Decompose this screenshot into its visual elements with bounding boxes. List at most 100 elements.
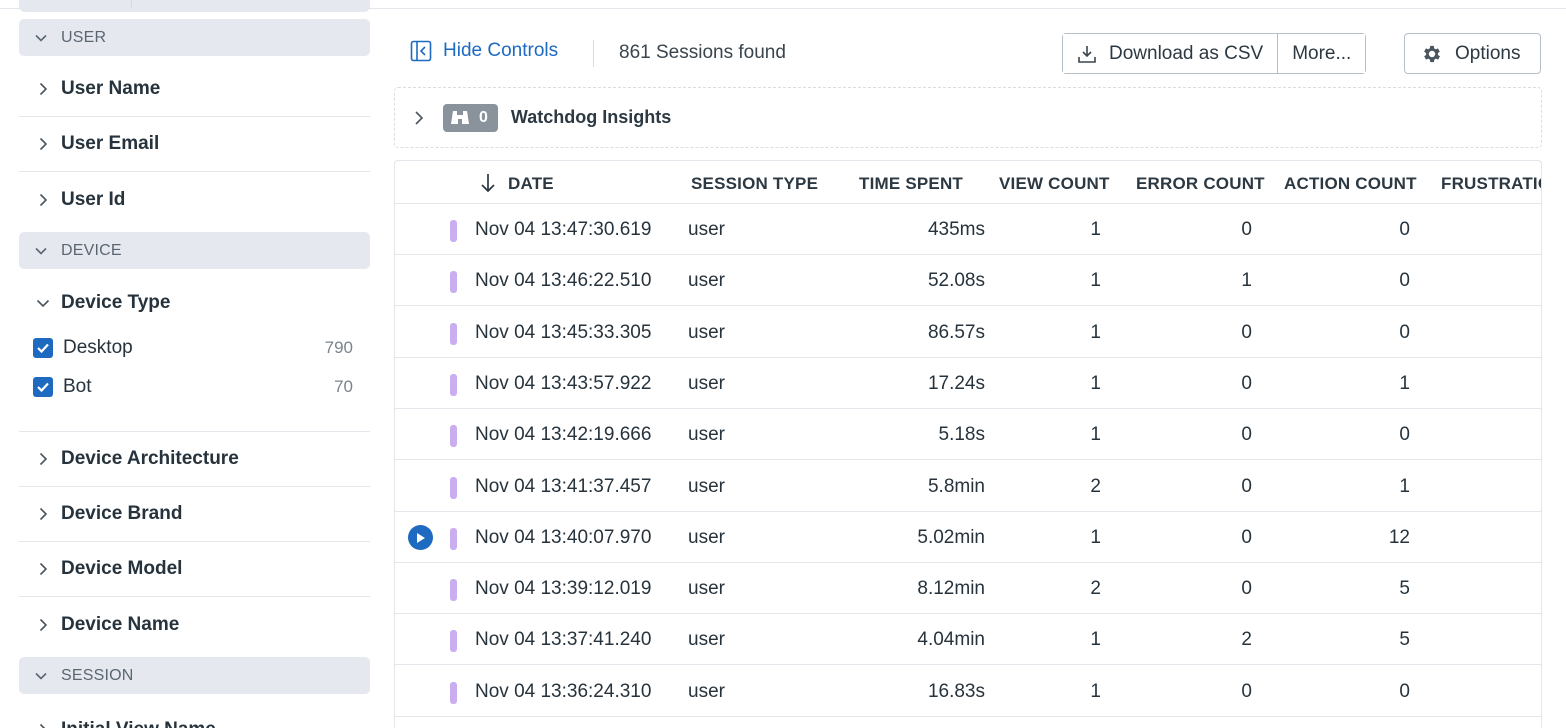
cell-view-count: 1	[1090, 629, 1101, 650]
table-row[interactable]: Nov 04 13:36:24.310 user 16.83s 1 0 0	[395, 666, 1541, 717]
cell-time-spent: 52.08s	[927, 270, 985, 291]
group-header-user[interactable]: USER	[19, 19, 370, 56]
facet-label: Initial View Name	[61, 719, 216, 728]
facet-device-brand[interactable]: Device Brand	[19, 487, 370, 542]
more-button[interactable]: More...	[1277, 34, 1366, 73]
cell-session-type: user	[688, 270, 725, 291]
cell-error-count: 0	[1241, 424, 1252, 445]
cell-error-count: 0	[1241, 527, 1252, 548]
watchdog-insights-panel[interactable]: 0 Watchdog Insights	[394, 87, 1542, 148]
table-row[interactable]: Nov 04 13:47:30.619 user 435ms 1 0 0	[395, 204, 1541, 255]
cell-error-count: 2	[1241, 629, 1252, 650]
checkbox-desktop[interactable]	[33, 338, 53, 358]
session-type-marker	[450, 477, 457, 499]
chevron-right-icon	[39, 507, 48, 521]
collapse-panel-icon	[410, 40, 432, 62]
options-button[interactable]: Options	[1404, 33, 1541, 74]
facet-device-name[interactable]: Device Name	[19, 597, 370, 652]
cell-session-type: user	[688, 424, 725, 445]
table-row[interactable]: Nov 04 13:41:37.457 user 5.8min 2 0 1	[395, 461, 1541, 512]
cell-date: Nov 04 13:47:30.619	[475, 219, 652, 240]
play-icon	[417, 532, 425, 543]
chevron-down-icon	[35, 34, 47, 42]
chevron-down-icon	[36, 299, 50, 307]
cell-date: Nov 04 13:41:37.457	[475, 476, 652, 497]
facet-device-type[interactable]: Device Type	[19, 275, 370, 330]
facet-label: Device Architecture	[61, 448, 239, 469]
column-header-session-type[interactable]: SESSION TYPE	[691, 174, 818, 194]
cell-date: Nov 04 13:46:22.510	[475, 270, 652, 291]
cell-error-count: 0	[1241, 219, 1252, 240]
cell-error-count: 0	[1241, 476, 1252, 497]
cell-date: Nov 04 13:45:33.305	[475, 322, 652, 343]
chevron-right-icon	[39, 82, 48, 96]
cell-time-spent: 4.04min	[917, 629, 985, 650]
column-header-action-count[interactable]: ACTION COUNT	[1284, 174, 1417, 194]
facet-user-name[interactable]: User Name	[19, 62, 370, 117]
column-header-time-spent[interactable]: TIME SPENT	[859, 174, 963, 194]
export-button-group: Download as CSV More...	[1062, 33, 1367, 74]
cell-session-type: user	[688, 219, 725, 240]
facet-value-label: Bot	[63, 376, 92, 397]
cell-time-spent: 5.18s	[938, 424, 985, 445]
chevron-right-icon	[39, 562, 48, 576]
session-type-marker	[450, 682, 457, 704]
check-icon	[37, 343, 49, 354]
facet-label: User Email	[61, 133, 160, 154]
download-icon	[1078, 45, 1096, 63]
check-icon	[37, 382, 49, 393]
cell-error-count: 0	[1241, 578, 1252, 599]
facet-user-email[interactable]: User Email	[19, 117, 370, 172]
facet-value-label: Desktop	[63, 337, 133, 358]
hide-controls-button[interactable]: Hide Controls	[410, 40, 558, 62]
cell-session-type: user	[688, 373, 725, 394]
cell-action-count: 1	[1399, 476, 1410, 497]
cell-time-spent: 8.12min	[917, 578, 985, 599]
chevron-right-icon	[415, 110, 424, 125]
cell-view-count: 1	[1090, 219, 1101, 240]
facet-sidebar: USER User Name User Email User Id DEVICE…	[19, 0, 370, 728]
facet-label: User Name	[61, 78, 161, 99]
column-header-view-count[interactable]: VIEW COUNT	[999, 174, 1110, 194]
cell-action-count: 0	[1399, 219, 1410, 240]
group-header-label: DEVICE	[61, 241, 122, 259]
cell-session-type: user	[688, 629, 725, 650]
cell-action-count: 12	[1388, 527, 1410, 548]
group-header-session[interactable]: SESSION	[19, 657, 370, 694]
session-type-marker	[450, 374, 457, 396]
checkbox-bot[interactable]	[33, 377, 53, 397]
column-header-frustration[interactable]: FRUSTRATIO	[1441, 174, 1541, 194]
cell-date: Nov 04 13:39:12.019	[475, 578, 652, 599]
cell-time-spent: 5.02min	[917, 527, 985, 548]
table-row[interactable]: Nov 04 13:40:07.970 user 5.02min 1 0 12	[395, 512, 1541, 563]
play-replay-button[interactable]	[408, 525, 433, 550]
facet-value-bot[interactable]: Bot 70	[33, 372, 353, 402]
cell-session-type: user	[688, 578, 725, 599]
column-header-date[interactable]: DATE	[508, 174, 554, 194]
table-row[interactable]: Nov 04 13:45:33.305 user 86.57s 1 0 0	[395, 307, 1541, 358]
cell-view-count: 2	[1090, 578, 1101, 599]
facet-value-desktop[interactable]: Desktop 790	[33, 333, 353, 363]
facet-label: User Id	[61, 188, 126, 210]
toolbar-divider	[593, 40, 594, 67]
facet-device-model[interactable]: Device Model	[19, 542, 370, 597]
table-row[interactable]: Nov 04 13:39:12.019 user 8.12min 2 0 5	[395, 563, 1541, 614]
facet-user-id[interactable]: User Id	[19, 172, 370, 227]
cell-date: Nov 04 13:43:57.922	[475, 373, 652, 394]
cell-session-type: user	[688, 476, 725, 497]
column-header-error-count[interactable]: ERROR COUNT	[1136, 174, 1265, 194]
options-label: Options	[1455, 42, 1521, 64]
cell-action-count: 1	[1399, 373, 1410, 394]
facet-initial-view-name[interactable]: Initial View Name	[19, 702, 370, 728]
table-row[interactable]: Nov 04 13:43:57.922 user 17.24s 1 0 1	[395, 358, 1541, 409]
cell-action-count: 0	[1399, 424, 1410, 445]
table-row[interactable]: Nov 04 13:42:19.666 user 5.18s 1 0 0	[395, 409, 1541, 460]
arrow-down-icon[interactable]	[480, 173, 496, 193]
cell-action-count: 5	[1399, 578, 1410, 599]
facet-device-architecture[interactable]: Device Architecture	[19, 432, 370, 487]
download-csv-button[interactable]: Download as CSV	[1063, 34, 1278, 73]
table-row[interactable]: Nov 04 13:37:41.240 user 4.04min 1 2 5	[395, 614, 1541, 665]
table-row[interactable]: Nov 04 13:46:22.510 user 52.08s 1 1 0	[395, 255, 1541, 306]
group-header-device[interactable]: DEVICE	[19, 232, 370, 269]
cell-error-count: 0	[1241, 373, 1252, 394]
